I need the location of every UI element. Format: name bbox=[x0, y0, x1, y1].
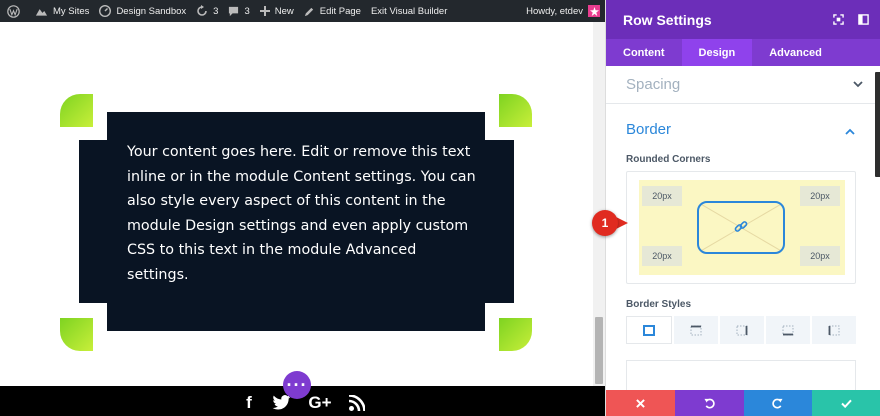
expand-icon[interactable] bbox=[833, 14, 844, 25]
border-right-icon bbox=[736, 325, 748, 335]
panel-header: Row Settings bbox=[606, 0, 880, 39]
text-module-content[interactable]: Your content goes here. Edit or remove t… bbox=[127, 140, 477, 288]
rss-link[interactable] bbox=[348, 395, 366, 411]
row-settings-panel: Row Settings Content Design Advanced Spa… bbox=[605, 0, 880, 416]
exit-builder-label: Exit Visual Builder bbox=[370, 5, 448, 17]
account-menu[interactable]: Howdy, etdev bbox=[526, 5, 605, 17]
green-corner-top-left bbox=[60, 94, 93, 127]
border-styles-tabs bbox=[626, 316, 856, 344]
google-plus-icon: G+ bbox=[308, 393, 332, 412]
corner-top-left-input[interactable]: 20px bbox=[642, 186, 682, 206]
panel-body: Spacing Border Rounded Corners 20px 20px… bbox=[606, 66, 880, 390]
star-icon bbox=[589, 6, 599, 16]
panel-tabs: Content Design Advanced bbox=[606, 39, 880, 66]
wordpress-icon bbox=[7, 4, 20, 18]
pencil-icon bbox=[304, 7, 313, 16]
comments-icon bbox=[229, 6, 239, 16]
undo-button[interactable] bbox=[674, 390, 744, 416]
facebook-link[interactable]: f bbox=[241, 393, 257, 413]
link-corners-button[interactable] bbox=[697, 201, 785, 254]
new-content-button[interactable]: New bbox=[255, 0, 299, 22]
spacing-section-toggle[interactable]: Spacing bbox=[606, 66, 880, 104]
close-icon bbox=[636, 398, 645, 408]
link-icon bbox=[734, 221, 748, 232]
discard-button[interactable] bbox=[606, 390, 675, 416]
spacing-label: Spacing bbox=[626, 76, 681, 93]
facebook-icon: f bbox=[246, 393, 252, 412]
twitter-link[interactable] bbox=[270, 395, 292, 410]
my-sites-label: My Sites bbox=[53, 5, 90, 17]
panel-scrollbar[interactable] bbox=[875, 72, 880, 177]
border-top-icon bbox=[690, 325, 702, 335]
updates-button[interactable]: 3 bbox=[191, 0, 223, 22]
rounded-corners-control: 20px 20px 20px 20px bbox=[626, 171, 856, 284]
sidebar-toggle-icon[interactable] bbox=[858, 14, 869, 25]
tab-content[interactable]: Content bbox=[606, 39, 682, 66]
my-sites-menu[interactable]: My Sites bbox=[30, 0, 94, 22]
callout-marker: 1 bbox=[592, 210, 618, 236]
border-section-title[interactable]: Border bbox=[626, 121, 671, 138]
rss-icon bbox=[349, 395, 365, 411]
twitter-icon bbox=[272, 395, 290, 410]
green-corner-bottom-right bbox=[499, 318, 532, 351]
admin-bar: My Sites Design Sandbox 3 3 New Edit Pag… bbox=[0, 0, 605, 22]
green-corner-bottom-left bbox=[60, 318, 93, 351]
comments-button[interactable]: 3 bbox=[223, 0, 254, 22]
edit-page-button[interactable]: Edit Page bbox=[299, 0, 366, 22]
updates-count: 3 bbox=[213, 5, 219, 17]
canvas-scroll-thumb[interactable] bbox=[595, 317, 603, 384]
screen: My Sites Design Sandbox 3 3 New Edit Pag… bbox=[0, 0, 880, 416]
checkmark-icon bbox=[841, 399, 852, 408]
canvas-scrollbar[interactable] bbox=[593, 22, 605, 386]
border-all-sides-button[interactable] bbox=[626, 316, 672, 344]
new-label: New bbox=[274, 5, 294, 17]
redo-button[interactable] bbox=[743, 390, 813, 416]
corner-bottom-left-input[interactable]: 20px bbox=[642, 246, 682, 266]
border-left-icon bbox=[828, 325, 840, 335]
save-button[interactable] bbox=[812, 390, 880, 416]
my-sites-icon bbox=[35, 8, 48, 16]
undo-icon bbox=[704, 398, 715, 408]
avatar bbox=[588, 5, 600, 17]
howdy-label: Howdy, etdev bbox=[526, 5, 583, 17]
green-corner-top-right bbox=[499, 94, 532, 127]
border-right-button[interactable] bbox=[720, 316, 764, 344]
google-plus-link[interactable]: G+ bbox=[305, 393, 335, 413]
corner-bottom-right-input[interactable]: 20px bbox=[800, 246, 840, 266]
dots-icon: ··· bbox=[286, 374, 308, 395]
tab-design[interactable]: Design bbox=[681, 39, 753, 66]
tab-advanced[interactable]: Advanced bbox=[752, 39, 839, 66]
border-left-button[interactable] bbox=[812, 316, 856, 344]
edit-page-label: Edit Page bbox=[319, 5, 361, 17]
border-bottom-icon bbox=[782, 325, 794, 335]
border-top-button[interactable] bbox=[674, 316, 718, 344]
panel-title: Row Settings bbox=[623, 11, 712, 28]
rounded-corners-preview: 20px 20px 20px 20px bbox=[639, 180, 845, 275]
border-style-options bbox=[626, 360, 856, 390]
site-name-label: Design Sandbox bbox=[116, 5, 187, 17]
page-settings-dots-button[interactable]: ··· bbox=[283, 371, 311, 399]
wordpress-logo-button[interactable] bbox=[0, 0, 30, 22]
updates-icon bbox=[197, 5, 207, 16]
dashboard-icon bbox=[99, 5, 112, 17]
corner-top-right-input[interactable]: 20px bbox=[800, 186, 840, 206]
redo-icon bbox=[772, 398, 783, 408]
chevron-down-icon bbox=[853, 81, 863, 88]
border-all-icon bbox=[643, 324, 655, 336]
plus-icon bbox=[259, 6, 270, 16]
panel-footer bbox=[606, 390, 880, 416]
exit-visual-builder-button[interactable]: Exit Visual Builder bbox=[366, 0, 452, 22]
border-bottom-button[interactable] bbox=[766, 316, 810, 344]
border-styles-label: Border Styles bbox=[626, 299, 692, 310]
comments-count: 3 bbox=[244, 5, 250, 17]
rounded-corners-label: Rounded Corners bbox=[626, 154, 711, 165]
chevron-up-icon[interactable] bbox=[845, 128, 855, 135]
site-name-menu[interactable]: Design Sandbox bbox=[94, 0, 191, 22]
